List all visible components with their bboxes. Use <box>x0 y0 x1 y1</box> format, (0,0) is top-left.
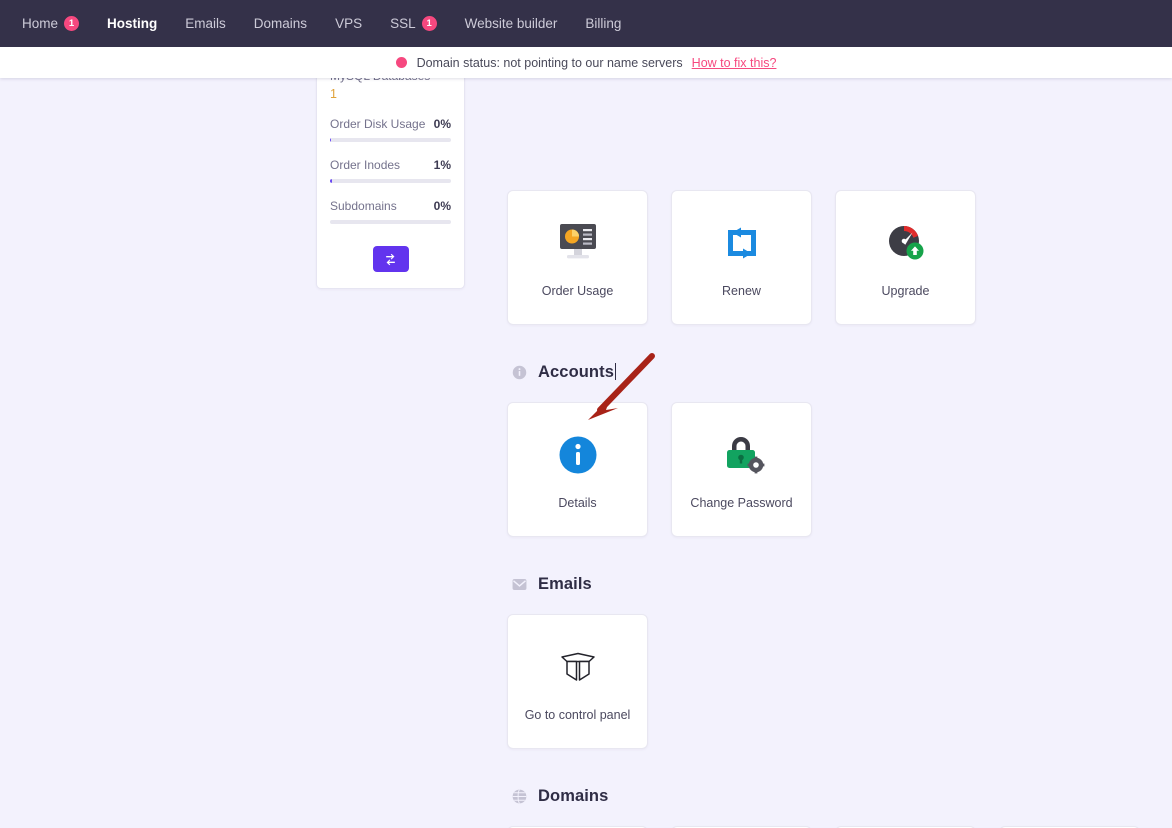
info-blue-icon <box>559 436 596 474</box>
nav-label: Hosting <box>107 16 158 31</box>
accounts-tiles-row: Details Change Password <box>507 402 1147 537</box>
refresh-stats-button[interactable] <box>372 246 409 272</box>
meter-percent: 0% <box>433 199 451 213</box>
padlock-gear-icon <box>726 437 764 474</box>
envelope-icon <box>512 578 527 591</box>
meter-track-disk-usage <box>330 138 451 142</box>
meter-label: Subdomains <box>330 199 397 213</box>
icon-slot <box>719 429 765 481</box>
meter-row-subdomains: Subdomains 0% <box>330 199 451 213</box>
tile-label: Details <box>558 496 597 510</box>
tile-label: Go to control panel <box>524 708 631 722</box>
usage-stats-card: MySQL Databases 1 Order Disk Usage 0% Or… <box>316 56 465 289</box>
meter-fill <box>330 138 332 142</box>
nav-item-hosting[interactable]: Hosting <box>93 0 171 47</box>
tile-change-password[interactable]: Change Password <box>671 402 812 537</box>
meter-label: Order Inodes <box>330 158 401 172</box>
section-title-domains: Domains <box>538 787 609 805</box>
top-navigation-bar: Home 1 Hosting Emails Domains VPS SSL 1 … <box>0 0 1172 47</box>
meter-track-subdomains <box>330 220 451 224</box>
nav-item-emails[interactable]: Emails <box>171 0 240 47</box>
nav-badge: 1 <box>421 16 437 31</box>
section-title-accounts: Accounts <box>538 363 616 381</box>
section-header-domains: Domains <box>512 787 1147 806</box>
main-content-column: Order Usage Renew Upgrade Accounts Detai… <box>507 78 1147 828</box>
nav-item-vps[interactable]: VPS <box>321 0 376 47</box>
nav-item-home[interactable]: Home 1 <box>8 0 93 47</box>
globe-icon <box>512 789 527 804</box>
icon-slot <box>559 641 597 693</box>
tile-label: Change Password <box>690 496 793 510</box>
section-header-accounts: Accounts <box>512 363 1147 382</box>
renew-loop-icon <box>727 227 756 259</box>
tile-order-usage[interactable]: Order Usage <box>507 190 648 325</box>
nav-label: Emails <box>185 16 226 31</box>
control-panel-icon <box>560 652 595 681</box>
tile-renew[interactable]: Renew <box>671 190 812 325</box>
emails-tiles-row: Go to control panel <box>507 614 1147 749</box>
nav-label: VPS <box>335 16 363 31</box>
meter-row-inodes: Order Inodes 1% <box>330 158 451 172</box>
nav-item-domains[interactable]: Domains <box>240 0 321 47</box>
icon-slot <box>719 217 765 269</box>
nav-label: Home <box>22 16 59 31</box>
nav-label: Billing <box>585 16 622 31</box>
tile-upgrade[interactable]: Upgrade <box>835 190 976 325</box>
tile-details[interactable]: Details <box>507 402 648 537</box>
monitor-chart-icon <box>559 224 596 259</box>
meter-label: Order Disk Usage <box>330 117 426 131</box>
icon-slot <box>555 217 601 269</box>
page-body: MySQL Databases 1 Order Disk Usage 0% Or… <box>0 56 1172 828</box>
how-to-fix-link[interactable]: How to fix this? <box>692 56 777 70</box>
section-title-emails: Emails <box>538 575 592 593</box>
status-message: Domain status: not pointing to our name … <box>416 55 683 70</box>
mysql-databases-value: 1 <box>330 87 337 101</box>
text-caret <box>614 363 616 380</box>
icon-slot <box>883 217 929 269</box>
info-circle-icon <box>512 365 527 380</box>
nav-item-website-builder[interactable]: Website builder <box>451 0 572 47</box>
nav-label: Website builder <box>464 16 558 31</box>
meter-fill <box>330 179 332 183</box>
nav-badge: 1 <box>64 16 80 31</box>
nav-item-billing[interactable]: Billing <box>571 0 635 47</box>
meter-row-disk-usage: Order Disk Usage 0% <box>330 117 451 131</box>
meter-percent: 0% <box>433 117 451 131</box>
tile-label: Upgrade <box>881 284 930 298</box>
icon-slot <box>558 429 598 481</box>
tile-go-to-control-panel[interactable]: Go to control panel <box>507 614 648 749</box>
domain-status-bar: Domain status: not pointing to our name … <box>0 47 1172 78</box>
meter-percent: 1% <box>433 158 451 172</box>
tile-label: Renew <box>722 284 761 298</box>
refresh-icon <box>386 253 395 265</box>
refresh-button-wrapper <box>330 246 451 272</box>
gauge-upgrade-icon <box>888 226 923 260</box>
nav-label: SSL <box>390 16 416 31</box>
meter-track-inodes <box>330 179 451 183</box>
status-dot-icon <box>395 57 407 68</box>
order-tiles-row: Order Usage Renew Upgrade <box>507 78 1147 325</box>
nav-item-ssl[interactable]: SSL 1 <box>376 0 451 47</box>
nav-label: Domains <box>253 16 308 31</box>
tile-label: Order Usage <box>541 284 614 298</box>
section-header-emails: Emails <box>512 575 1147 594</box>
